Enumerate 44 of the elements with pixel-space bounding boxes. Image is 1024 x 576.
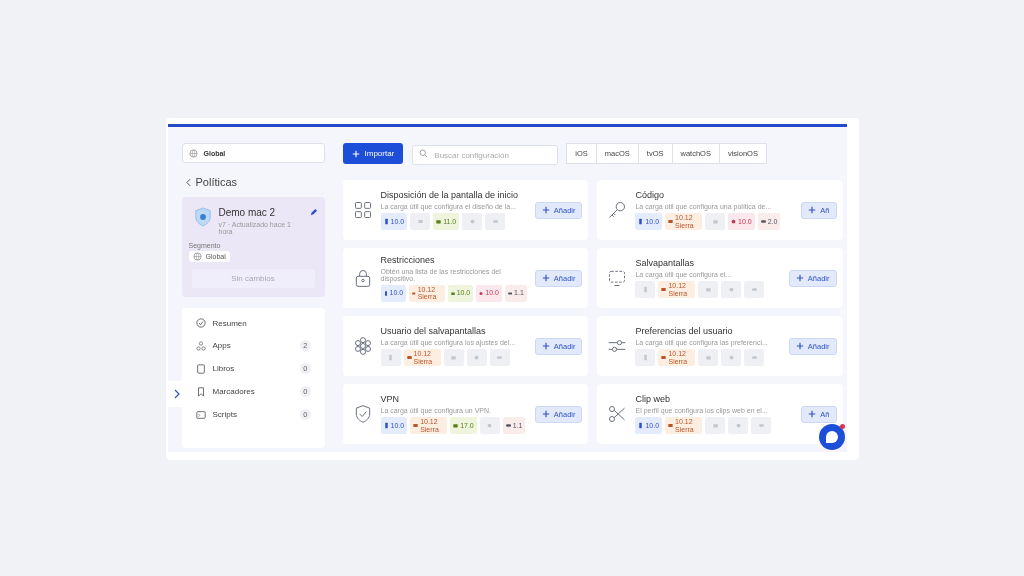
import-button[interactable]: Importar: [342, 143, 404, 164]
card-title: Salvapantallas: [635, 258, 695, 268]
plus-icon: [795, 342, 804, 350]
globe-icon: [188, 148, 198, 158]
terminal-icon: [195, 409, 206, 420]
screen-icon: [607, 268, 628, 288]
scissors-icon: [607, 404, 628, 424]
chat-bubble-icon: [824, 430, 839, 444]
plus-icon: [541, 206, 550, 214]
plus-icon: [351, 149, 360, 158]
card-title: Usuario del salvapantallas: [380, 326, 487, 336]
nav-item[interactable]: Resumen: [212, 318, 311, 328]
card-title: Clip web: [635, 394, 671, 404]
plus-icon: [541, 274, 550, 282]
book-icon: [195, 363, 206, 374]
search-icon: [419, 149, 429, 158]
card-title: Código: [635, 190, 665, 200]
back-link[interactable]: Políticas: [185, 176, 325, 188]
chevron-left-icon: [185, 177, 191, 187]
shield-icon: [193, 207, 212, 227]
nav-item[interactable]: Apps: [212, 341, 294, 350]
check-circle-icon: [195, 318, 206, 328]
flower-icon: [352, 336, 373, 356]
chevron-right-icon: [173, 389, 180, 399]
grid-icon: [352, 200, 373, 220]
plus-icon: [795, 274, 804, 282]
plus-icon: [808, 410, 817, 418]
apps-icon: [195, 340, 206, 351]
policy-title: Demo mac 2: [218, 207, 277, 218]
plus-icon: [808, 206, 817, 214]
nav-item[interactable]: Libros: [212, 364, 294, 373]
card-title: Disposición de la pantalla de inicio: [380, 190, 520, 200]
plus-icon: [541, 342, 550, 350]
bookmark-icon: [195, 386, 206, 397]
nav-item[interactable]: Marcadores: [212, 387, 294, 396]
key-icon: [607, 200, 628, 220]
card-title: VPN: [380, 394, 400, 404]
card-title: Restricciones: [380, 254, 436, 265]
edit-icon[interactable]: [308, 208, 318, 217]
card-title: Preferencias del usuario: [635, 326, 734, 336]
search-field[interactable]: Buscar configuración: [412, 145, 559, 165]
nav-item[interactable]: Scripts: [212, 410, 294, 419]
globe-icon: [192, 252, 202, 261]
plus-icon: [541, 410, 550, 418]
